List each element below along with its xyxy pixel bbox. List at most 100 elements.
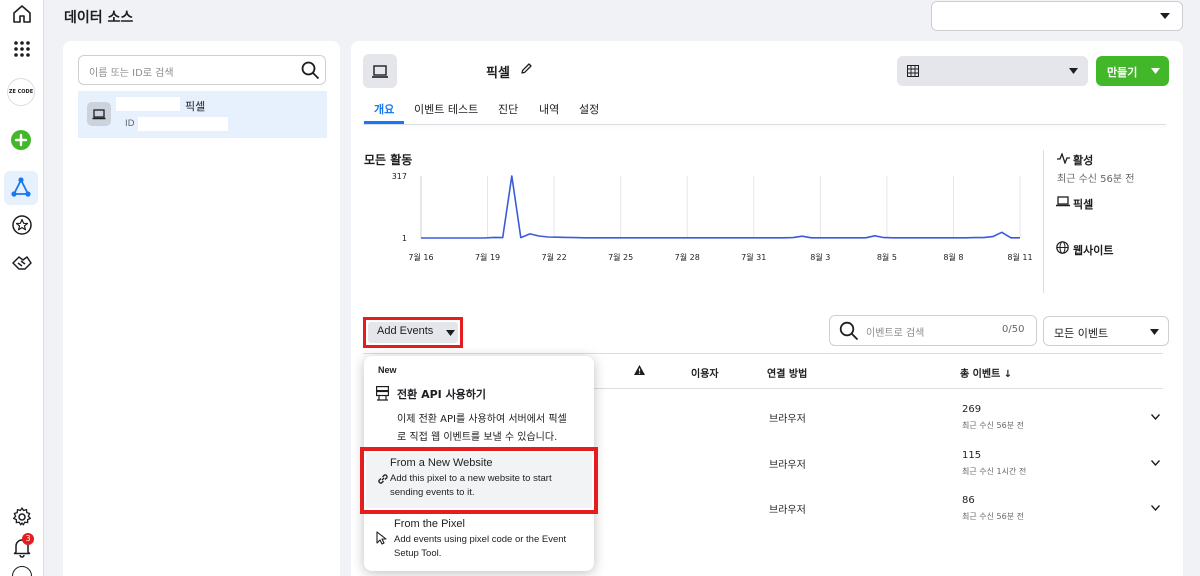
chart-x-tick-label: 7월 16	[408, 252, 433, 262]
chart-x-tick-label: 7월 22	[542, 252, 567, 262]
cursor-icon	[376, 531, 387, 545]
chevron-down-icon	[1150, 329, 1159, 335]
row-connection: 브라우저	[769, 460, 806, 471]
edit-pencil-icon[interactable]	[520, 62, 533, 75]
chart-divider	[1043, 150, 1044, 293]
chevron-down-icon	[1151, 68, 1160, 74]
table-header-divider	[594, 388, 1163, 389]
add-events-menu: New 전환 API 사용하기 이제 전환 API를 사용하여 서버에서 픽셀 …	[360, 356, 598, 571]
server-icon	[376, 386, 389, 401]
row-received: 최근 수신 1시간 전	[962, 467, 1027, 476]
row-total: 86	[962, 495, 975, 506]
chevron-down-icon	[446, 330, 455, 336]
status-last-received: 최근 수신 56분 전	[1057, 174, 1135, 185]
from-pixel-title: From the Pixel	[394, 518, 465, 530]
menu-item-new-website[interactable]: From a New Website Add this pixel to a n…	[360, 447, 598, 514]
chart-x-tick-label: 8월 5	[877, 252, 897, 262]
row-total: 115	[962, 450, 982, 461]
events-manager-icon[interactable]	[4, 171, 38, 205]
column-users: 이용자	[691, 369, 719, 380]
activity-chart: 7월 16 7월 19 7월 22 7월 25 7월 28 7월 31 8월 3 8월 5 8월…	[392, 172, 1033, 262]
link-icon	[378, 474, 388, 484]
column-total-events[interactable]: 총 이벤트 ↓	[960, 365, 1012, 380]
search-placeholder: 이름 또는 ID로 검색	[89, 68, 174, 79]
globe-icon	[1056, 241, 1069, 254]
chart-x-tick-label: 7월 25	[608, 252, 633, 262]
pixel-laptop-icon	[363, 54, 397, 88]
table-row[interactable]: 브라우저 269 최근 수신 56분 전	[594, 398, 1163, 438]
from-pixel-desc-1: Add events using pixel code or the Event	[394, 534, 567, 545]
chart-x-tick-label: 8월 11	[1007, 252, 1032, 262]
new-website-title: From a New Website	[390, 457, 493, 469]
page-title: 데이터 소스	[64, 10, 134, 26]
row-received: 최근 수신 56분 전	[962, 512, 1024, 521]
settings-icon[interactable]	[11, 506, 33, 528]
tab-test-events[interactable]: 이벤트 테스트	[414, 101, 478, 117]
home-icon[interactable]	[11, 3, 33, 25]
activity-title: 모든 활동	[364, 153, 413, 167]
event-count: 0/50	[1002, 324, 1025, 335]
event-search-placeholder: 이벤트로 검색	[866, 328, 925, 339]
event-search-input[interactable]: 이벤트로 검색 0/50	[829, 315, 1037, 346]
search-icon[interactable]	[301, 61, 320, 80]
create-button[interactable]: 만들기	[1096, 56, 1169, 86]
tab-diagnostics[interactable]: 진단	[498, 101, 518, 117]
source-name: 픽셀	[185, 100, 206, 113]
menu-item-from-pixel[interactable]: From the Pixel Add events using pixel co…	[364, 515, 594, 569]
conversion-api-desc-1: 이제 전환 API를 사용하여 서버에서 픽셀	[397, 414, 567, 425]
create-button-label: 만들기	[1107, 66, 1138, 79]
source-search-input[interactable]: 이름 또는 ID로 검색	[78, 55, 326, 85]
table-icon	[907, 65, 919, 77]
table-header-divider-top	[363, 353, 1163, 354]
new-badge: New	[378, 365, 397, 375]
logo-text: ZE CODE	[8, 89, 34, 95]
tab-settings[interactable]: 설정	[579, 101, 599, 117]
row-connection: 브라우저	[769, 414, 806, 425]
source-id-mask	[138, 117, 228, 131]
chevron-down-icon[interactable]	[1151, 505, 1160, 511]
source-id-label: ID	[125, 119, 135, 129]
status-active-label: 활성	[1073, 154, 1094, 167]
table-row[interactable]: 브라우저 115 최근 수신 1시간 전	[594, 444, 1163, 484]
tabs-divider	[363, 124, 1166, 125]
new-website-desc-2: sending events to it.	[390, 487, 475, 498]
column-connection: 연결 방법	[767, 369, 808, 380]
tab-history[interactable]: 내역	[539, 101, 559, 117]
from-pixel-desc-2: Setup Tool.	[394, 548, 442, 559]
apps-grid-icon[interactable]	[11, 38, 33, 60]
chart-y-tick-label: 317	[392, 172, 407, 181]
view-selector[interactable]	[897, 56, 1088, 86]
add-events-label: Add Events	[377, 325, 434, 337]
chart-x-tick-label: 7월 19	[475, 252, 500, 262]
laptop-icon	[87, 102, 111, 126]
partners-icon[interactable]	[11, 252, 33, 274]
add-events-button[interactable]: Add Events	[363, 317, 463, 348]
chart-x-tick-label: 8월 8	[943, 252, 963, 262]
event-filter-label: 모든 이벤트	[1054, 327, 1109, 340]
laptop-icon	[1056, 196, 1070, 207]
search-icon	[839, 321, 859, 341]
tab-overview[interactable]: 개요	[374, 101, 394, 117]
chart-x-tick-label: 7월 31	[741, 252, 766, 262]
table-row[interactable]: 브라우저 86 최근 수신 56분 전	[594, 489, 1163, 529]
business-logo[interactable]: ZE CODE	[7, 78, 35, 106]
warning-icon	[634, 365, 645, 375]
badge-count: 3	[25, 534, 31, 543]
conversion-api-title: 전환 API 사용하기	[397, 388, 487, 401]
add-icon[interactable]	[11, 130, 31, 150]
chart-x-tick-label: 8월 3	[810, 252, 830, 262]
status-pixel-label: 픽셀	[1073, 198, 1094, 211]
star-icon[interactable]	[11, 214, 33, 236]
chevron-down-icon	[1069, 68, 1078, 74]
chart-y-tick-label: 1	[402, 234, 407, 243]
event-filter-select[interactable]: 모든 이벤트	[1043, 316, 1169, 346]
source-list-item-pixel[interactable]: 픽셀 ID	[78, 91, 327, 138]
pixel-name: 픽셀	[486, 66, 510, 81]
chevron-down-icon	[1160, 13, 1170, 19]
chevron-down-icon[interactable]	[1151, 414, 1160, 420]
account-selector[interactable]	[931, 1, 1183, 31]
chevron-down-icon[interactable]	[1151, 460, 1160, 466]
source-name-mask	[116, 97, 180, 111]
status-website-label: 웹사이트	[1073, 244, 1114, 257]
menu-item-conversion-api[interactable]: 전환 API 사용하기 이제 전환 API를 사용하여 서버에서 픽셀 로 직접…	[364, 382, 594, 448]
